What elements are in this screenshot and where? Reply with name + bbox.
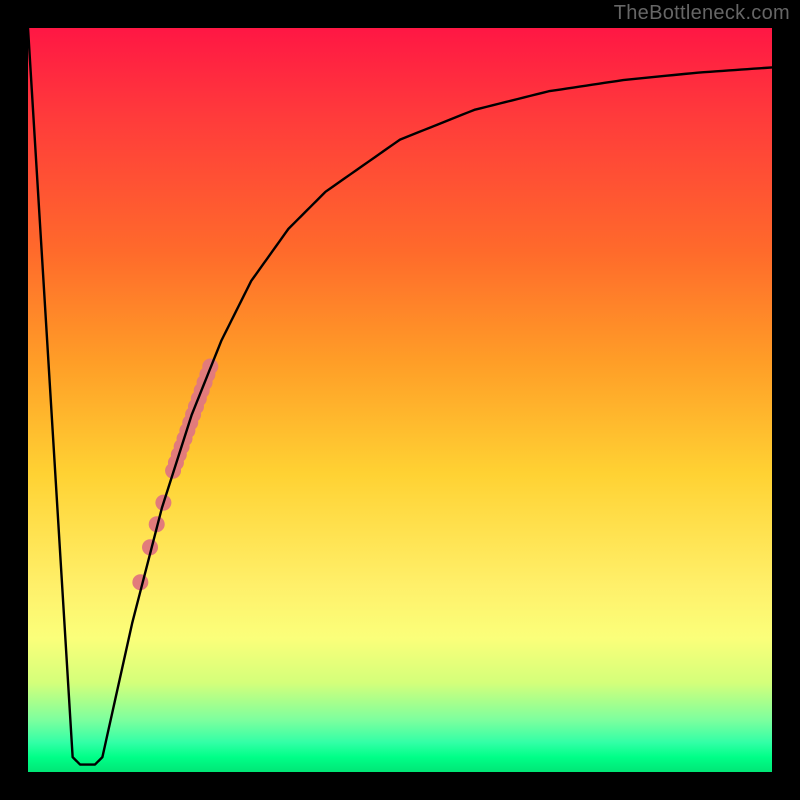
chart-frame: TheBottleneck.com [0,0,800,800]
watermark-text: TheBottleneck.com [614,2,790,25]
plot-area [28,28,772,772]
